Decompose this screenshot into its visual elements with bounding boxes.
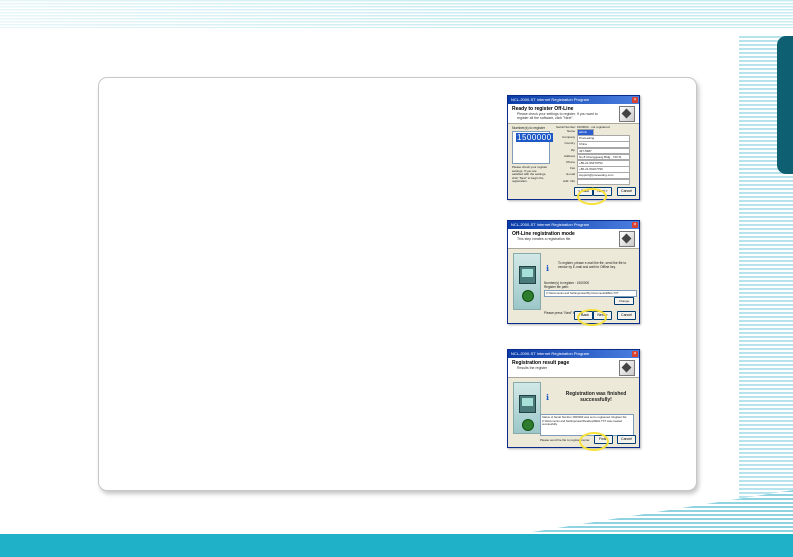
field-label: Phone bbox=[566, 159, 575, 164]
dialog-body: ℹ Registration was finished successfully… bbox=[508, 378, 639, 442]
dialog-ready-to-register: NCL-2000-ST Internet Registration Progra… bbox=[507, 95, 640, 200]
info-icon: ℹ bbox=[546, 393, 550, 402]
number-label: Number(s) to register bbox=[512, 126, 546, 130]
header-subtitle: This step creates a registration file. bbox=[517, 237, 572, 241]
header-subtitle: Results the register bbox=[517, 366, 548, 370]
finish-highlight-ring bbox=[579, 432, 609, 451]
computer-icon bbox=[519, 266, 536, 284]
field-label: E-mail bbox=[566, 172, 575, 177]
title-bar: NCL-2000-ST Internet Registration Progra… bbox=[508, 221, 639, 229]
cancel-button[interactable]: Cancel bbox=[617, 187, 636, 196]
close-icon[interactable]: × bbox=[632, 97, 638, 103]
bottom-decorative-stripes bbox=[520, 490, 793, 534]
window-title: NCL-2000-ST Internet Registration Progra… bbox=[511, 97, 590, 102]
field-label: Company bbox=[562, 135, 575, 140]
number-list[interactable]: 1500000 bbox=[512, 131, 553, 164]
success-message: Registration was finished successfully! bbox=[565, 391, 627, 403]
computer-illustration bbox=[513, 382, 541, 434]
wizard-header: Registration result page Results the reg… bbox=[508, 358, 639, 378]
dialog-registration-result: NCL-2000-ST Internet Registration Progra… bbox=[507, 349, 640, 448]
dialog-offline-mode: NCL-2000-ST Internet Registration Progra… bbox=[507, 220, 640, 324]
field-value bbox=[577, 178, 630, 186]
dialog-body: Number(s) to register 1500000 Please che… bbox=[508, 124, 639, 186]
top-decorative-stripes bbox=[0, 0, 793, 28]
register-number: Number(s) to register : 1500000 Register… bbox=[544, 281, 636, 290]
field-label: Add. Info bbox=[562, 178, 575, 183]
field-label: Address bbox=[563, 153, 575, 158]
window-title: NCL-2000-ST Internet Registration Progra… bbox=[511, 351, 590, 356]
instruction-text: Please check your register settings. If … bbox=[512, 165, 548, 184]
wizard-icon bbox=[619, 106, 635, 122]
field-label: Fax bbox=[569, 166, 575, 171]
wizard-header: Off-Line registration mode This step cre… bbox=[508, 229, 639, 249]
number-value[interactable]: 1500000 bbox=[516, 133, 553, 142]
registration-fields: Name admin Company Proceeding Country China… bbox=[556, 129, 630, 186]
window-title: NCL-2000-ST Internet Registration Progra… bbox=[511, 222, 590, 227]
field-label: Country bbox=[564, 141, 575, 146]
close-icon[interactable]: × bbox=[632, 351, 638, 357]
header-subtitle: Please check your settings to register. … bbox=[517, 112, 598, 120]
close-icon[interactable]: × bbox=[632, 222, 638, 228]
info-icon: ℹ bbox=[546, 264, 550, 273]
field-label: Name bbox=[566, 129, 575, 133]
computer-illustration bbox=[513, 253, 541, 310]
cancel-button[interactable]: Cancel bbox=[617, 311, 636, 320]
dialog-body: ℹ To register, please e-mail the file, s… bbox=[508, 249, 639, 315]
footer-bar bbox=[0, 534, 793, 557]
title-bar: NCL-2000-ST Internet Registration Progra… bbox=[508, 350, 639, 358]
info-text: To register, please e-mail the file, sen… bbox=[558, 261, 627, 269]
field-label: Zip bbox=[570, 147, 575, 152]
wizard-icon bbox=[619, 360, 635, 376]
gear-icon bbox=[522, 419, 534, 431]
gear-icon bbox=[522, 290, 534, 302]
next-highlight-ring bbox=[577, 309, 607, 326]
cancel-button[interactable]: Cancel bbox=[617, 435, 636, 444]
computer-icon bbox=[519, 395, 536, 413]
register-path-field[interactable]: C:\Documents and Settings\user\My Docume… bbox=[544, 290, 637, 297]
title-bar: NCL-2000-ST Internet Registration Progra… bbox=[508, 96, 639, 104]
side-tab bbox=[777, 36, 793, 174]
change-button[interactable]: Change bbox=[614, 297, 634, 305]
wizard-header: Ready to register Off-Line Please check … bbox=[508, 104, 639, 124]
field-row: Add. Info bbox=[556, 178, 630, 186]
next-highlight-ring bbox=[577, 188, 607, 205]
wizard-icon bbox=[619, 231, 635, 247]
